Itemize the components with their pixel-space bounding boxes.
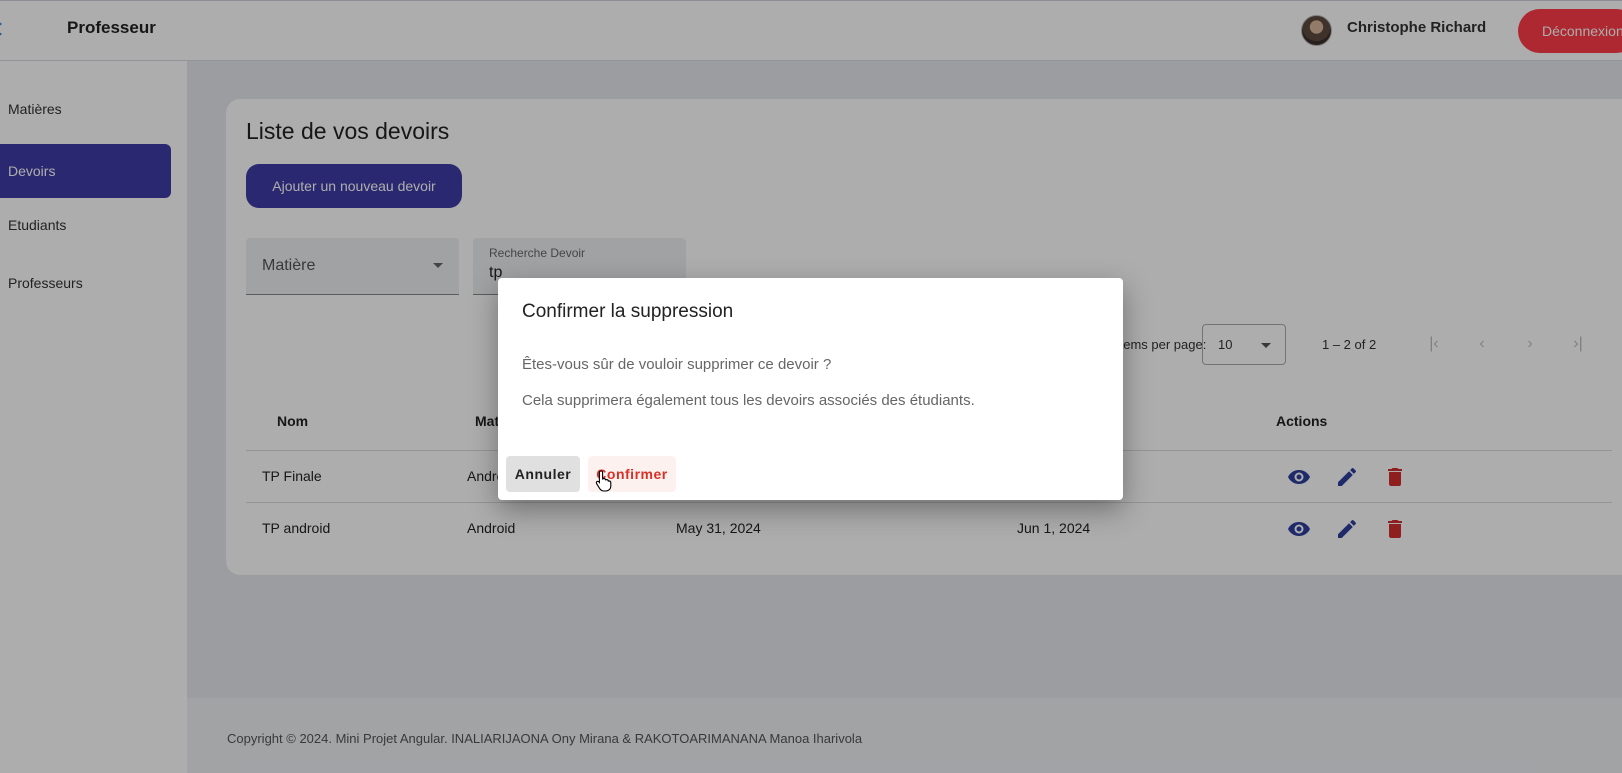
dialog-title: Confirmer la suppression <box>522 301 734 322</box>
hand-cursor-icon <box>595 470 612 492</box>
dialog-message: Êtes-vous sûr de vouloir supprimer ce de… <box>522 356 832 373</box>
confirm-delete-dialog: Confirmer la suppression Êtes-vous sûr d… <box>498 278 1123 500</box>
cancel-button[interactable]: Annuler <box>506 456 580 492</box>
dialog-message: Cela supprimera également tous les devoi… <box>522 392 975 409</box>
